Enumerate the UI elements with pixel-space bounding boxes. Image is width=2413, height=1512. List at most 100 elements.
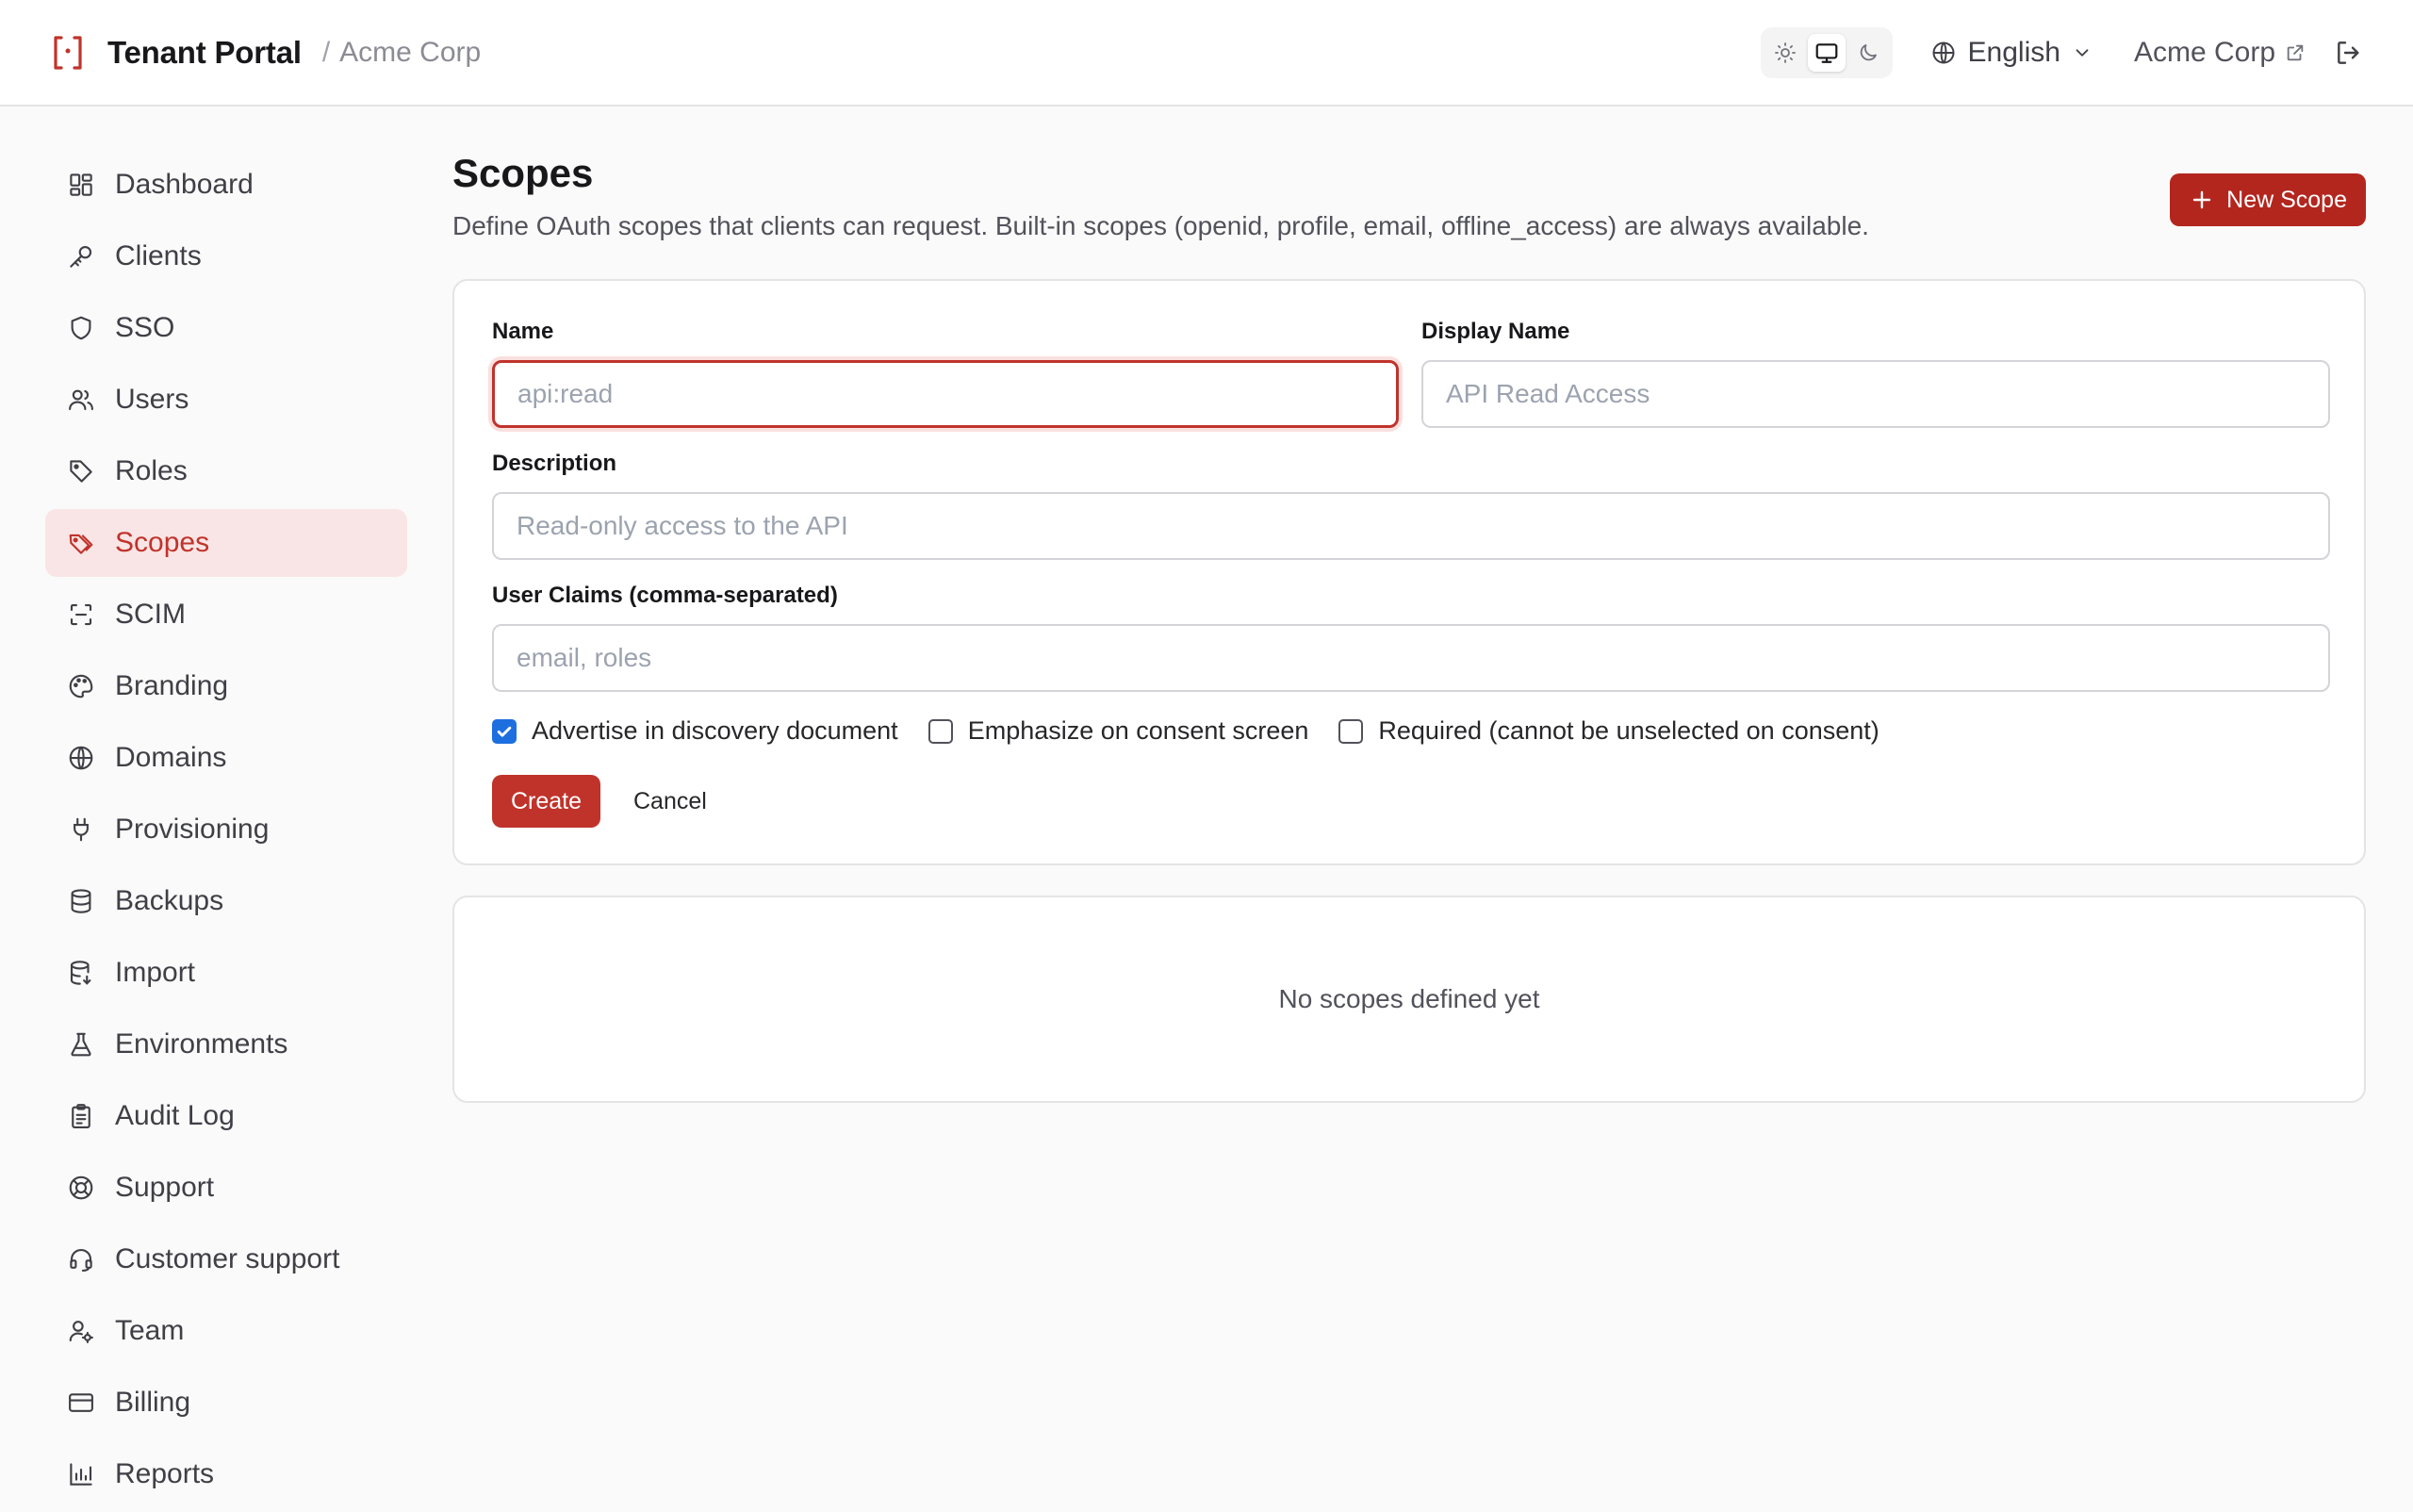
- sidebar-item-label: Dashboard: [115, 169, 254, 200]
- tenant-external-link[interactable]: Acme Corp: [2134, 37, 2306, 69]
- app-title[interactable]: Tenant Portal: [107, 35, 302, 71]
- flask-icon: [66, 1029, 96, 1060]
- sidebar-item-audit-log[interactable]: Audit Log: [45, 1082, 407, 1150]
- sidebar-item-label: Reports: [115, 1458, 215, 1489]
- user-claims-label: User Claims (comma-separated): [492, 583, 838, 608]
- sidebar-item-label: Audit Log: [115, 1100, 235, 1131]
- breadcrumb-separator: /: [321, 36, 331, 68]
- sidebar-item-domains[interactable]: Domains: [45, 724, 407, 792]
- name-label: Name: [492, 319, 554, 344]
- display-name-input[interactable]: [1421, 360, 2330, 428]
- sidebar-item-label: Backups: [115, 885, 224, 916]
- headset-icon: [66, 1244, 96, 1274]
- monitor-icon: [1815, 42, 1837, 63]
- sidebar-item-reports[interactable]: Reports: [45, 1440, 407, 1508]
- sidebar-item-roles[interactable]: Roles: [45, 437, 407, 505]
- sidebar-item-label: SCIM: [115, 599, 186, 630]
- description-input[interactable]: [492, 492, 2330, 560]
- globe-icon: [1932, 41, 1955, 63]
- sidebar-item-environments[interactable]: Environments: [45, 1011, 407, 1078]
- shield-icon: [66, 313, 96, 343]
- sidebar-item-label: Import: [115, 957, 196, 988]
- sidebar-item-clients[interactable]: Clients: [45, 222, 407, 290]
- tenant-link-label: Acme Corp: [2133, 36, 2275, 68]
- main-content: Scopes Define OAuth scopes that clients …: [452, 151, 2366, 1103]
- sun-icon: [1774, 41, 1796, 63]
- name-input[interactable]: [492, 360, 1399, 428]
- header-actions: English Acme Corp: [1760, 26, 2364, 78]
- tags-icon: [66, 528, 96, 558]
- sidebar-item-label: Users: [115, 384, 189, 415]
- database-import-icon: [66, 958, 96, 988]
- sidebar-item-backups[interactable]: Backups: [45, 867, 407, 935]
- clipboard-icon: [66, 1101, 96, 1131]
- database-icon: [66, 886, 96, 916]
- user-claims-input[interactable]: [492, 624, 2330, 692]
- sidebar-item-label: Branding: [115, 670, 229, 701]
- theme-light-button[interactable]: [1766, 34, 1804, 72]
- sidebar-item-branding[interactable]: Branding: [45, 652, 407, 720]
- sidebar-item-scim[interactable]: SCIM: [45, 581, 407, 649]
- logout-button[interactable]: [2334, 38, 2364, 68]
- checkbox-label: Required (cannot be unselected on consen…: [1378, 716, 1880, 745]
- check-icon: [497, 726, 512, 737]
- key-icon: [66, 241, 96, 271]
- sidebar-item-import[interactable]: Import: [45, 939, 407, 1007]
- plus-icon: [2192, 190, 2211, 209]
- required-consent-checkbox[interactable]: Required (cannot be unselected on consen…: [1338, 716, 1880, 746]
- theme-toggle: [1760, 26, 1893, 78]
- sidebar-nav: Dashboard Clients SSO Users Roles Scopes…: [45, 151, 407, 1512]
- life-buoy-icon: [66, 1173, 96, 1203]
- sidebar-item-scopes[interactable]: Scopes: [45, 509, 407, 577]
- description-label: Description: [492, 451, 617, 476]
- sidebar-item-provisioning[interactable]: Provisioning: [45, 796, 407, 863]
- page-description: Define OAuth scopes that clients can req…: [452, 211, 1869, 240]
- moon-icon: [1860, 43, 1877, 60]
- sidebar-item-label: Team: [115, 1315, 185, 1346]
- checkbox-checked[interactable]: [492, 718, 517, 744]
- sidebar-item-label: Domains: [115, 742, 227, 773]
- bar-chart-icon: [66, 1459, 96, 1489]
- top-header: Tenant Portal / Acme Corp English Acme C…: [0, 0, 2413, 107]
- language-select[interactable]: English: [1930, 37, 2093, 69]
- language-label: English: [1967, 36, 2060, 68]
- sidebar-item-team[interactable]: Team: [45, 1297, 407, 1365]
- brand-logo-icon[interactable]: [49, 34, 87, 72]
- checkbox-label: Emphasize on consent screen: [967, 716, 1309, 745]
- sidebar-item-users[interactable]: Users: [45, 366, 407, 434]
- sidebar-item-dashboard[interactable]: Dashboard: [45, 151, 407, 219]
- chevron-down-icon: [2076, 48, 2089, 57]
- new-scope-button[interactable]: New Scope: [2170, 173, 2366, 226]
- breadcrumb-tenant: Acme Corp: [339, 36, 482, 68]
- sidebar-item-support[interactable]: Support: [45, 1154, 407, 1222]
- theme-system-button[interactable]: [1807, 33, 1846, 72]
- scopes-list-empty: No scopes defined yet: [452, 896, 2366, 1103]
- external-link-icon: [2287, 44, 2304, 60]
- new-scope-form: Name Display Name Description User Claim…: [452, 279, 2366, 865]
- sidebar-item-billing[interactable]: Billing: [45, 1369, 407, 1437]
- sidebar-item-label: Environments: [115, 1028, 288, 1060]
- new-scope-label: New Scope: [2226, 186, 2347, 213]
- dashboard-icon: [66, 170, 96, 200]
- sidebar-item-label: Support: [115, 1172, 215, 1203]
- checkbox-label: Advertise in discovery document: [532, 716, 898, 745]
- users-icon: [66, 385, 96, 415]
- scan-icon: [66, 600, 96, 630]
- sidebar-item-label: Roles: [115, 455, 188, 486]
- advertise-discovery-checkbox[interactable]: Advertise in discovery document: [492, 716, 898, 746]
- page-title: Scopes: [452, 151, 594, 195]
- emphasize-consent-checkbox[interactable]: Emphasize on consent screen: [927, 716, 1309, 746]
- checkbox-unchecked[interactable]: [927, 718, 953, 744]
- sidebar-item-label: Clients: [115, 240, 202, 271]
- sidebar-item-label: Billing: [115, 1387, 191, 1418]
- checkbox-unchecked[interactable]: [1338, 718, 1364, 744]
- create-button[interactable]: Create: [492, 775, 601, 828]
- cancel-button[interactable]: Cancel: [615, 775, 726, 828]
- scope-options: Advertise in discovery document Emphasiz…: [492, 716, 1910, 746]
- plug-icon: [66, 814, 96, 845]
- sidebar-item-sso[interactable]: SSO: [45, 294, 407, 362]
- display-name-label: Display Name: [1421, 319, 1570, 344]
- palette-icon: [66, 671, 96, 701]
- sidebar-item-customer-support[interactable]: Customer support: [45, 1225, 407, 1293]
- theme-dark-button[interactable]: [1849, 34, 1887, 72]
